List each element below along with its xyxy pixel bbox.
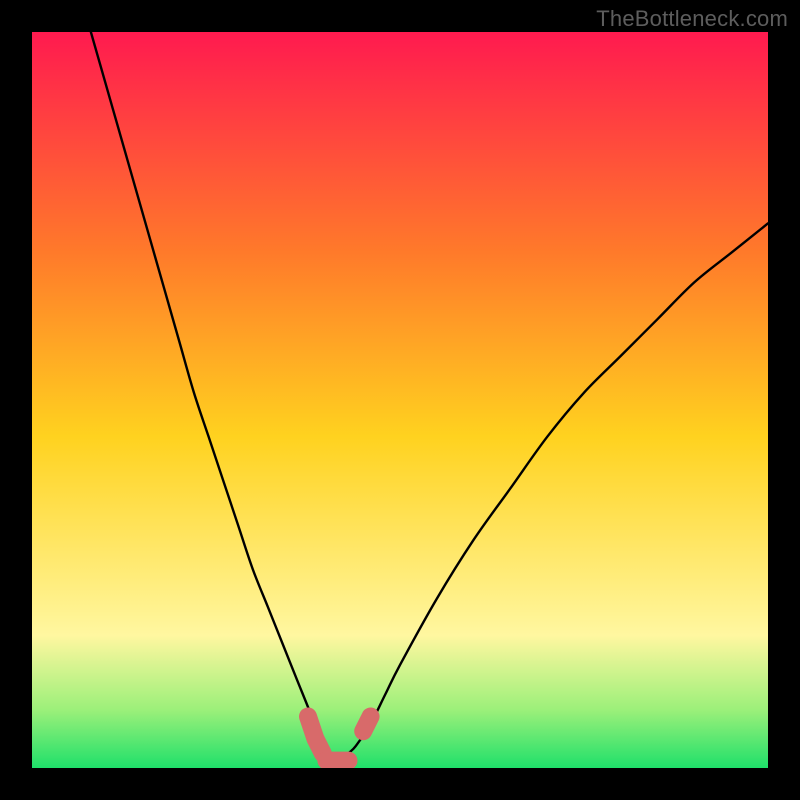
plot-background [32, 32, 768, 768]
chart-frame: TheBottleneck.com [0, 0, 800, 800]
watermark-text: TheBottleneck.com [596, 6, 788, 32]
marker-right-cluster [363, 716, 370, 731]
bottleneck-chart [32, 32, 768, 768]
